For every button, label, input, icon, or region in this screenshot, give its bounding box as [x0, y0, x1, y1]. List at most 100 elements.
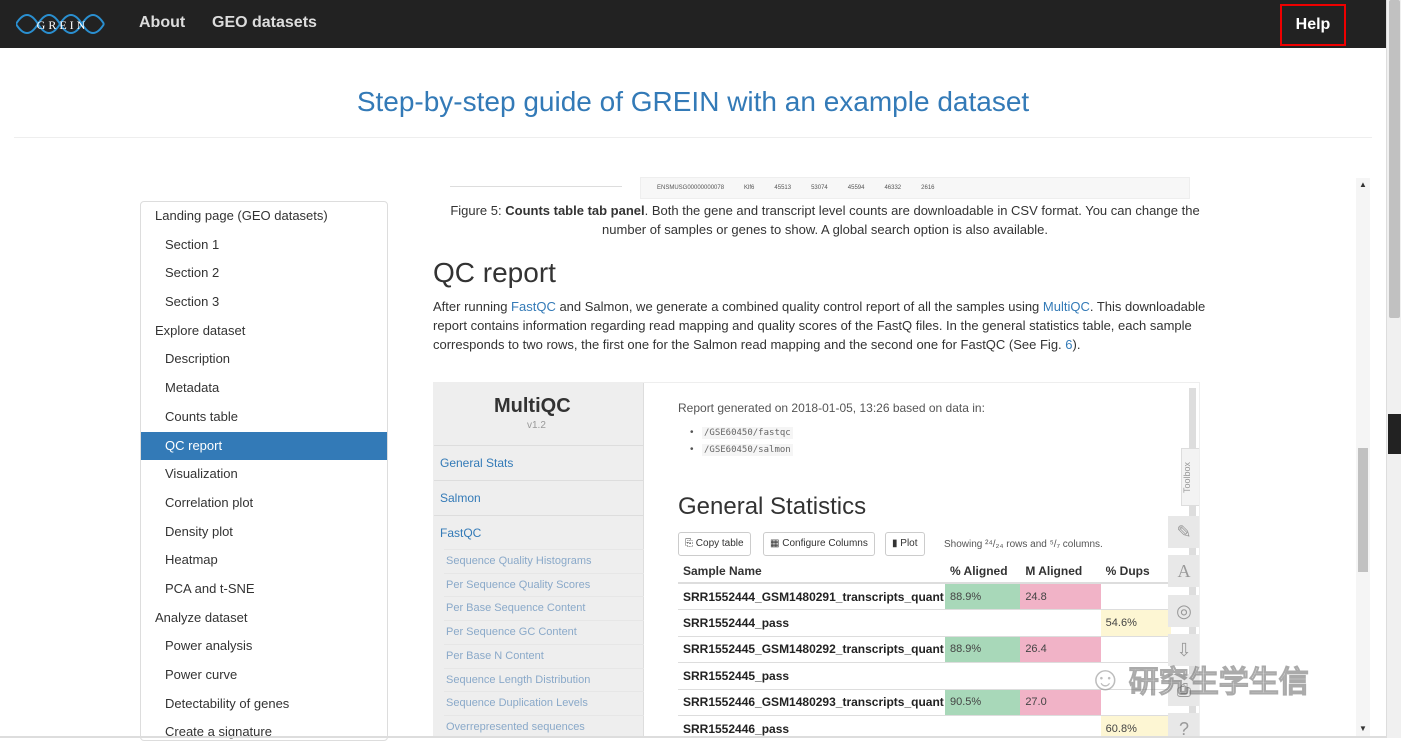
multiqc-nav-general-stats[interactable]: General Stats	[434, 445, 644, 480]
figure5-image: ENSMUSG00000000078 Klf6 45513 53074 45594 463…	[640, 177, 1190, 199]
sidebar-item-correlation-plot[interactable]: Correlation plot	[141, 489, 387, 518]
multiqc-sidebar: MultiQC v1.2 General Stats Salmon FastQC Se…	[434, 383, 644, 738]
multiqc-nav-fastqc[interactable]: FastQC	[434, 515, 644, 550]
multiqc-subnav-item[interactable]: Per Sequence GC Content	[444, 620, 644, 644]
logo-text: G R E I N	[37, 18, 86, 32]
multiqc-figure: MultiQC v1.2 General Stats Salmon FastQC Se…	[433, 382, 1200, 738]
multiqc-link[interactable]: MultiQC	[1043, 299, 1090, 314]
page-scroll-thumb[interactable]	[1389, 0, 1400, 318]
multiqc-subnav-item[interactable]: Per Base N Content	[444, 643, 644, 668]
stat-cell	[944, 609, 1021, 636]
multiqc-subnav-item[interactable]: Sequence Duplication Levels	[444, 691, 644, 715]
caption-prefix: Figure 5:	[450, 203, 506, 218]
fig5-cell: 53074	[811, 185, 828, 191]
content-scroll-thumb[interactable]	[1358, 448, 1368, 572]
copy-icon: ⎘	[685, 538, 696, 549]
column-header[interactable]: % Dups	[1100, 559, 1171, 584]
sidebar-item-description[interactable]: Description	[141, 345, 387, 374]
sample-name-cell: SRR1552446_GSM1480293_transcripts_quant	[678, 688, 945, 716]
sidebar-item-power-curve[interactable]: Power curve	[141, 661, 387, 690]
sidebar-item-metadata[interactable]: Metadata	[141, 374, 387, 403]
sidebar-item-landing-page-geo-datasets[interactable]: Landing page (GEO datasets)	[141, 202, 387, 231]
sidebar-item-heatmap[interactable]: Heatmap	[141, 546, 387, 575]
column-header[interactable]: Sample Name	[678, 559, 945, 584]
sidebar-item-qc-report[interactable]: QC report	[141, 431, 387, 461]
stat-cell: 88.9%	[944, 635, 1021, 663]
qc-text-4: ).	[1072, 337, 1081, 352]
toolbox-tab[interactable]: Toolbox	[1181, 448, 1199, 506]
stat-cell: 24.8	[1020, 582, 1101, 610]
sidebar-item-section-3[interactable]: Section 3	[141, 288, 387, 317]
sidebar-item-explore-dataset[interactable]: Explore dataset	[141, 317, 387, 346]
column-header[interactable]: % Aligned	[944, 559, 1021, 584]
sidebar-item-visualization[interactable]: Visualization	[141, 460, 387, 489]
fastqc-link[interactable]: FastQC	[511, 299, 556, 314]
column-header[interactable]: M Aligned	[1020, 559, 1101, 584]
table-header-row: Sample Name% Aligned M Aligned% Dups	[678, 559, 1171, 584]
sidebar-item-analyze-dataset[interactable]: Analyze dataset	[141, 604, 387, 633]
multiqc-nav-salmon[interactable]: Salmon	[434, 480, 644, 515]
multiqc-subnav-item[interactable]: Per Sequence Quality Scores	[444, 572, 644, 597]
plot-button[interactable]: ▮ Plot	[885, 532, 925, 556]
stat-cell	[944, 715, 1021, 738]
grein-logo[interactable]: G R E I N	[16, 4, 106, 44]
help-circle-icon[interactable]: ?	[1168, 713, 1199, 738]
hide-icon[interactable]: ◎	[1168, 595, 1199, 627]
wechat-icon: ☺	[1088, 659, 1123, 698]
help-button[interactable]: Help	[1280, 4, 1346, 46]
sidebar-item-density-plot[interactable]: Density plot	[141, 518, 387, 547]
table-row: SRR1552444_pass 54.6%	[678, 609, 1171, 636]
content-scrollbar[interactable]: ▲ ▼	[1356, 178, 1370, 738]
copy-table-label: Copy table	[695, 538, 744, 549]
multiqc-subnav-item[interactable]: Sequence Length Distribution	[444, 667, 644, 692]
sidebar-item-detectability-of-genes[interactable]: Detectability of genes	[141, 690, 387, 719]
data-dir-fastqc: /GSE60450/fastqc	[702, 427, 793, 439]
nav-geo-datasets-link[interactable]: GEO datasets	[212, 14, 317, 32]
qc-report-heading: QC report	[433, 257, 556, 288]
fig5-cell: 45594	[847, 185, 865, 191]
navbar: G R E I N About GEO datasets Help	[0, 0, 1386, 48]
table-row: SRR1552444_GSM1480291_transcripts_quant 8…	[678, 582, 1171, 610]
multiqc-logo: MultiQC	[494, 395, 571, 417]
sample-name-cell: SRR1552445_GSM1480292_transcripts_quant	[678, 635, 945, 663]
multiqc-subnav-item[interactable]: Sequence Quality Histograms	[444, 549, 644, 573]
sidebar-nav: Landing page (GEO datasets) Section 1 Sect…	[140, 201, 388, 741]
fig5-cell: 46332	[884, 185, 902, 191]
fig6-link[interactable]: 6	[1065, 337, 1072, 352]
multiqc-subnav-item[interactable]: Per Base Sequence Content	[444, 596, 644, 620]
plot-label: Plot	[900, 538, 918, 549]
scroll-up-arrow-icon[interactable]: ▲	[1359, 180, 1367, 189]
stat-cell: 54.6%	[1100, 609, 1171, 636]
showing-rows-text: Showing ²⁴/₂₄ rows and ⁵/₇ columns.	[944, 539, 1103, 550]
stat-cell	[1020, 715, 1101, 738]
side-tab[interactable]	[1388, 414, 1401, 454]
page-title: Step-by-step guide of GREIN with an exam…	[356, 86, 1030, 117]
sidebar-item-power-analysis[interactable]: Power analysis	[141, 632, 387, 661]
watermark-text: 研究生学生信	[1128, 666, 1309, 700]
data-dir-salmon: /GSE60450/salmon	[702, 444, 793, 456]
report-generated-text: Report generated on 2018-01-05, 13:26 ba…	[678, 401, 985, 415]
font-icon[interactable]: A	[1168, 555, 1199, 587]
watermark: ☺ 研究生学生信	[1088, 654, 1358, 704]
general-statistics-heading: General Statistics	[678, 493, 867, 520]
bullet: •	[690, 444, 694, 455]
figure5-caption: Figure 5: Counts table tab panel. Both t…	[430, 201, 1220, 239]
stat-cell: 90.5%	[944, 688, 1021, 716]
qc-text-1: After running	[433, 299, 512, 314]
page-scrollbar[interactable]	[1386, 0, 1401, 738]
stat-cell	[1100, 582, 1171, 610]
pin-icon[interactable]: ✎	[1168, 516, 1199, 548]
fig5-cell: Klf6	[744, 185, 755, 191]
copy-table-button[interactable]: ⎘ Copy table	[678, 532, 751, 556]
fig5-cell: 2616	[921, 185, 935, 191]
nav-about-link[interactable]: About	[139, 14, 185, 32]
qc-text-2: and Salmon, we generate a combined quali…	[555, 299, 1043, 314]
sidebar-item-section-2[interactable]: Section 2	[141, 259, 387, 288]
sidebar-item-pca-and-t-sne[interactable]: PCA and t-SNE	[141, 575, 387, 604]
multiqc-subnav-item[interactable]: Overrepresented sequences	[444, 714, 644, 738]
sidebar-item-section-1[interactable]: Section 1	[141, 231, 387, 260]
bullet: •	[690, 427, 694, 438]
sidebar-item-counts-table[interactable]: Counts table	[141, 403, 387, 432]
configure-columns-button[interactable]: ▦ Configure Columns	[763, 532, 875, 556]
scroll-down-arrow-icon[interactable]: ▼	[1359, 724, 1367, 733]
